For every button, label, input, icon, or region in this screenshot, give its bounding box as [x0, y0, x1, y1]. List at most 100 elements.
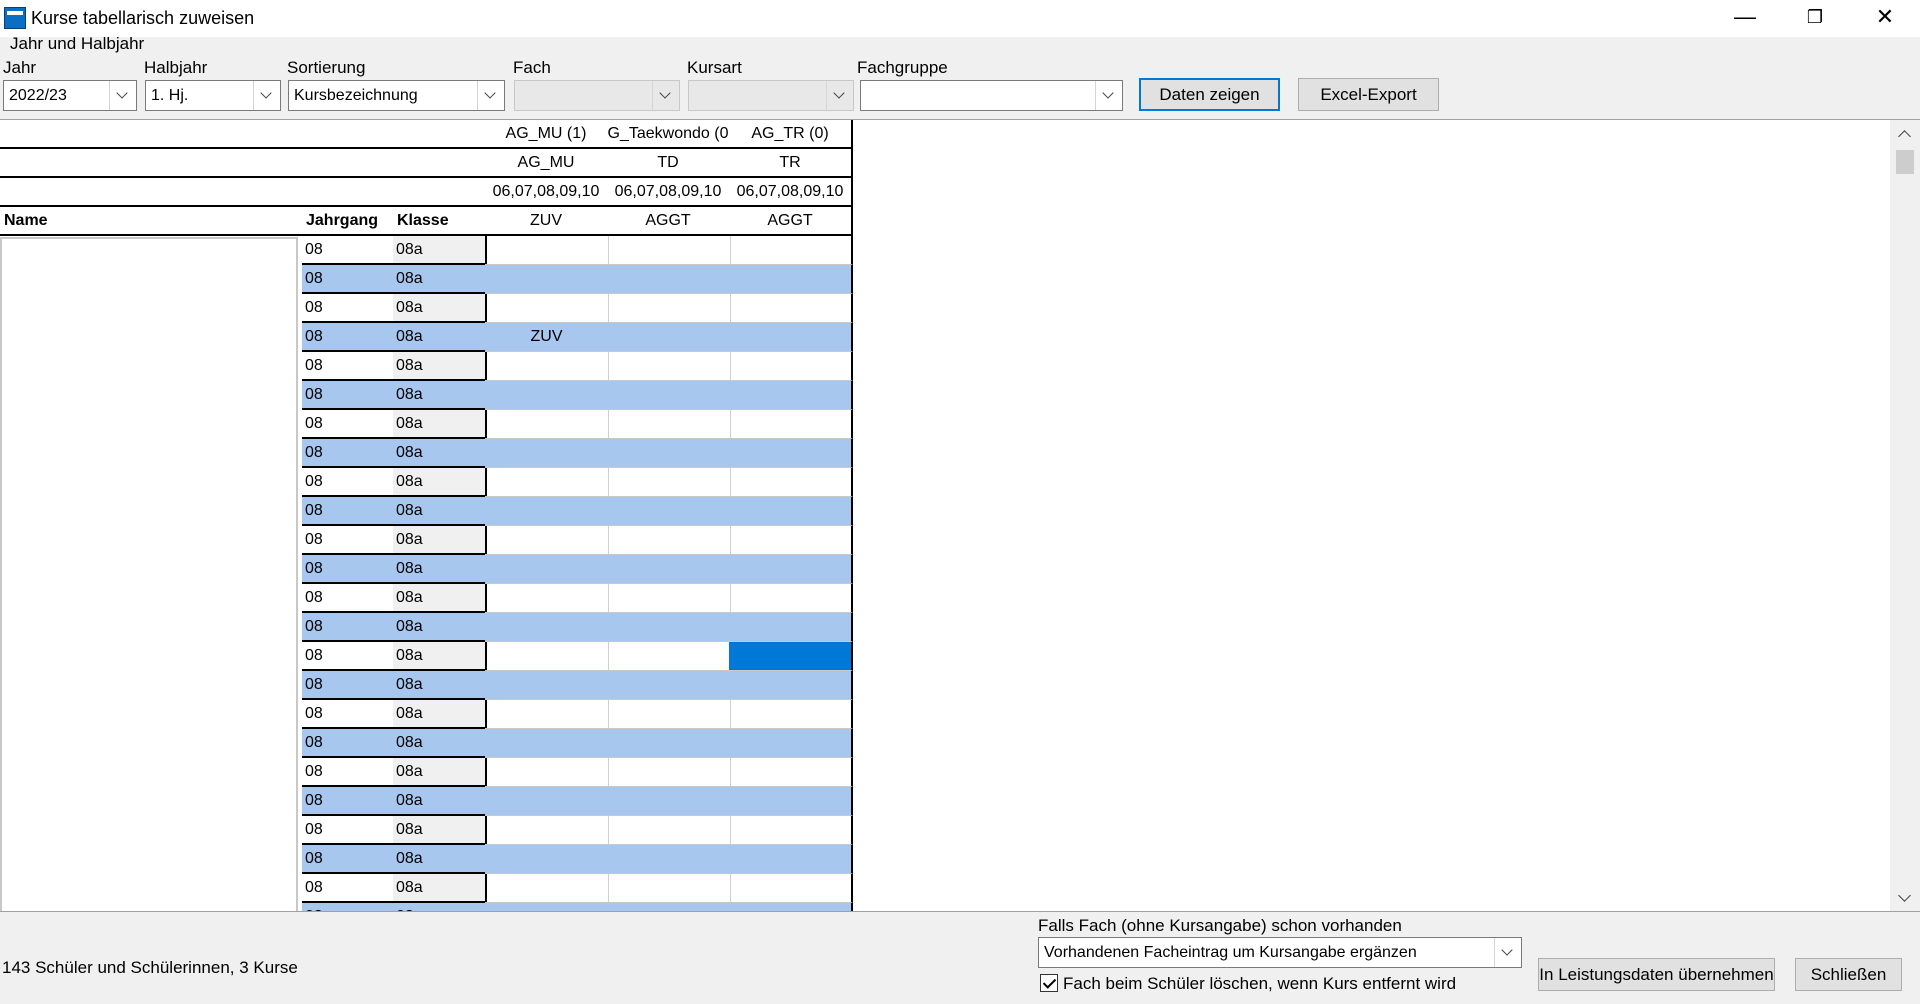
course-cell[interactable]: [607, 787, 731, 816]
course-cell[interactable]: [485, 787, 609, 816]
course-cell[interactable]: [607, 410, 731, 439]
course-cell[interactable]: [485, 381, 609, 410]
course-cell[interactable]: [485, 352, 609, 381]
course-cell[interactable]: [485, 671, 609, 700]
course-cell[interactable]: [485, 410, 609, 439]
course-cell[interactable]: [485, 294, 609, 323]
course-cell[interactable]: [485, 845, 609, 874]
course-header-cell[interactable]: ZUV: [485, 207, 609, 236]
scroll-down-icon[interactable]: [1890, 885, 1920, 911]
course-cell[interactable]: [729, 700, 853, 729]
course-header-cell[interactable]: AGGT: [607, 207, 731, 236]
course-cell[interactable]: [485, 555, 609, 584]
course-cell[interactable]: [607, 903, 731, 911]
course-cell[interactable]: [485, 265, 609, 294]
halbjahr-select[interactable]: 1. Hj.: [145, 80, 281, 111]
course-cell[interactable]: [607, 526, 731, 555]
course-cell[interactable]: [485, 758, 609, 787]
course-cell[interactable]: [607, 874, 731, 903]
course-header-cell[interactable]: AGGT: [729, 207, 853, 236]
fach-loeschen-checkbox[interactable]: [1040, 974, 1058, 992]
course-cell[interactable]: ZUV: [485, 323, 609, 352]
course-cell[interactable]: [729, 323, 853, 352]
course-cell[interactable]: [485, 874, 609, 903]
course-cell[interactable]: [729, 236, 853, 265]
course-cell[interactable]: [729, 381, 853, 410]
course-header-cell[interactable]: 06,07,08,09,10: [485, 178, 609, 207]
course-cell[interactable]: [485, 700, 609, 729]
course-cell[interactable]: [607, 294, 731, 323]
fachgruppe-select[interactable]: [860, 80, 1123, 111]
course-cell[interactable]: [729, 265, 853, 294]
course-cell[interactable]: [729, 903, 853, 911]
course-header-cell[interactable]: TD: [607, 149, 731, 178]
course-cell[interactable]: [729, 758, 853, 787]
course-cell[interactable]: [729, 874, 853, 903]
schliessen-button[interactable]: Schließen: [1795, 958, 1902, 991]
course-cell[interactable]: [729, 642, 853, 671]
course-cell[interactable]: [485, 236, 609, 265]
course-cell[interactable]: [607, 468, 731, 497]
course-cell[interactable]: [485, 642, 609, 671]
course-cell[interactable]: [607, 439, 731, 468]
jahr-select[interactable]: 2022/23: [3, 80, 137, 111]
course-cell[interactable]: [729, 526, 853, 555]
course-cell[interactable]: [485, 816, 609, 845]
scroll-up-icon[interactable]: [1890, 120, 1920, 148]
course-cell[interactable]: [485, 903, 609, 911]
course-cell[interactable]: [607, 555, 731, 584]
fach-select[interactable]: [514, 80, 680, 111]
course-cell[interactable]: [607, 381, 731, 410]
close-window-button[interactable]: ✕: [1850, 0, 1920, 37]
falls-fach-select[interactable]: Vorhandenen Facheintrag um Kursangabe er…: [1038, 937, 1522, 968]
vertical-scrollbar[interactable]: [1890, 120, 1920, 911]
course-cell[interactable]: [607, 816, 731, 845]
course-header-cell[interactable]: TR: [729, 149, 853, 178]
course-cell[interactable]: [729, 410, 853, 439]
course-cell[interactable]: [729, 671, 853, 700]
minimize-button[interactable]: —: [1710, 0, 1780, 37]
course-cell[interactable]: [729, 352, 853, 381]
kursart-select[interactable]: [688, 80, 854, 111]
course-cell[interactable]: [607, 671, 731, 700]
course-header-cell[interactable]: AG_TR (0): [729, 120, 853, 149]
course-header-cell[interactable]: 06,07,08,09,10: [729, 178, 853, 207]
restore-button[interactable]: ❐: [1780, 0, 1850, 37]
course-cell[interactable]: [729, 555, 853, 584]
course-cell[interactable]: [729, 584, 853, 613]
course-cell[interactable]: [607, 497, 731, 526]
excel-export-button[interactable]: Excel-Export: [1298, 78, 1439, 111]
course-cell[interactable]: [729, 787, 853, 816]
course-cell[interactable]: [607, 729, 731, 758]
course-cell[interactable]: [729, 729, 853, 758]
sortierung-select[interactable]: Kursbezeichnung: [288, 80, 505, 111]
course-cell[interactable]: [729, 497, 853, 526]
course-cell[interactable]: [607, 352, 731, 381]
scroll-thumb[interactable]: [1896, 150, 1914, 174]
course-cell[interactable]: [485, 613, 609, 642]
course-cell[interactable]: [485, 584, 609, 613]
course-cell[interactable]: [485, 497, 609, 526]
course-cell[interactable]: [607, 642, 731, 671]
course-cell[interactable]: [607, 845, 731, 874]
course-cell[interactable]: [729, 816, 853, 845]
course-header-cell[interactable]: AG_MU: [485, 149, 609, 178]
course-cell[interactable]: [729, 845, 853, 874]
course-cell[interactable]: [729, 294, 853, 323]
course-cell[interactable]: [729, 468, 853, 497]
course-header-cell[interactable]: 06,07,08,09,10: [607, 178, 731, 207]
course-cell[interactable]: [485, 729, 609, 758]
course-cell[interactable]: [607, 700, 731, 729]
course-cell[interactable]: [607, 613, 731, 642]
course-cell[interactable]: [607, 584, 731, 613]
daten-zeigen-button[interactable]: Daten zeigen: [1139, 78, 1280, 111]
course-cell[interactable]: [485, 526, 609, 555]
course-header-cell[interactable]: AG_MU (1): [485, 120, 609, 149]
course-cell[interactable]: [729, 613, 853, 642]
course-cell[interactable]: [607, 758, 731, 787]
course-cell[interactable]: [607, 323, 731, 352]
course-cell[interactable]: [485, 439, 609, 468]
course-header-cell[interactable]: G_Taekwondo (0: [607, 120, 731, 149]
course-cell[interactable]: [485, 468, 609, 497]
course-cell[interactable]: [607, 236, 731, 265]
